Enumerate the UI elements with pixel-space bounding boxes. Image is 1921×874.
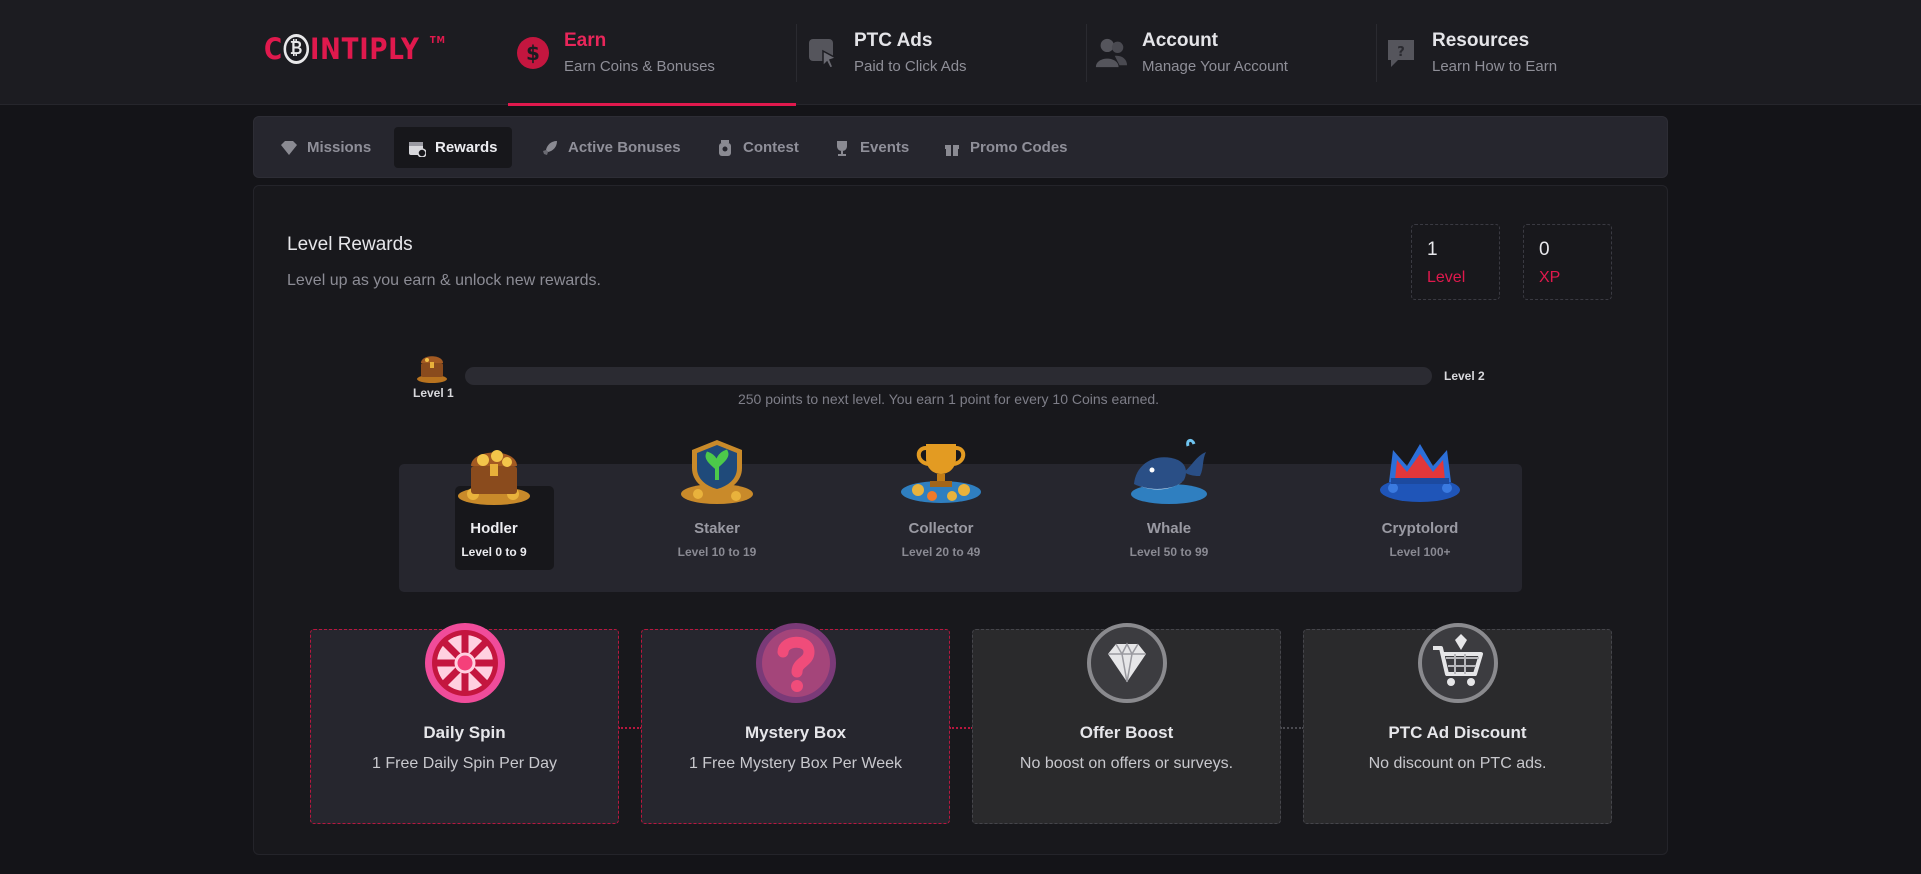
tab-events[interactable]: Events	[819, 127, 923, 168]
bitcoin-icon: ₿	[283, 34, 310, 64]
nav-divider	[796, 24, 797, 82]
reward-card-daily-spin[interactable]: Daily Spin 1 Free Daily Spin Per Day	[310, 623, 619, 824]
progress-from-label: Level 1	[413, 386, 454, 400]
tab-rewards[interactable]: Rewards	[394, 127, 512, 168]
question-mark-icon	[753, 620, 839, 706]
trophy-coins-icon	[898, 436, 984, 506]
reward-connector	[1280, 727, 1304, 729]
calendar-icon	[408, 139, 426, 157]
treasure-chest-icon	[451, 436, 537, 506]
reward-connector	[618, 727, 642, 729]
trophy-icon	[833, 139, 851, 157]
top-navigation-bar: C ₿ INTIPLY TM $ Earn Earn Coins & Bonus…	[0, 0, 1921, 106]
shield-plant-icon	[674, 436, 760, 506]
level-rewards-card: Level Rewards Level up as you earn & unl…	[253, 185, 1668, 855]
users-icon	[1094, 36, 1128, 70]
whale-icon	[1126, 436, 1212, 506]
tier-whale[interactable]: Whale Level 50 to 99	[1099, 438, 1239, 592]
level-progress-bar	[465, 367, 1432, 385]
svg-text:$: $	[526, 41, 540, 65]
diamond-icon	[1084, 620, 1170, 706]
dollar-icon: $	[516, 36, 550, 70]
tier-hodler[interactable]: Hodler Level 0 to 9	[424, 450, 564, 592]
svg-text:?: ?	[1397, 45, 1405, 60]
page-title: Level Rewards	[287, 234, 413, 255]
nav-ptc-ads[interactable]: PTC Ads Paid to Click Ads	[806, 0, 1086, 105]
rocket-icon	[541, 139, 559, 157]
tab-missions[interactable]: Missions	[266, 127, 385, 168]
tier-collector[interactable]: Collector Level 20 to 49	[871, 444, 1011, 592]
jar-icon	[716, 139, 734, 157]
cointiply-logo[interactable]: C ₿ INTIPLY TM	[264, 32, 446, 66]
tab-active-bonuses[interactable]: Active Bonuses	[527, 127, 695, 168]
level-stat-box: 1 Level	[1411, 224, 1500, 300]
diamond-icon	[280, 139, 298, 157]
nav-account[interactable]: Account Manage Your Account	[1094, 0, 1374, 105]
reward-card-ptc-ad-discount[interactable]: PTC Ad Discount No discount on PTC ads.	[1303, 623, 1612, 824]
tab-contest[interactable]: Contest	[702, 127, 813, 168]
nav-earn[interactable]: $ Earn Earn Coins & Bonuses	[508, 0, 796, 106]
tier-staker[interactable]: Staker Level 10 to 19	[647, 440, 787, 592]
xp-stat-box: 0 XP	[1523, 224, 1612, 300]
reward-card-mystery-box[interactable]: Mystery Box 1 Free Mystery Box Per Week	[641, 623, 950, 824]
progress-to-label: Level 2	[1444, 369, 1485, 383]
tier-strip: Hodler Level 0 to 9 Staker Level 10 to 1…	[399, 438, 1522, 592]
page-subtitle: Level up as you earn & unlock new reward…	[287, 272, 601, 289]
spin-wheel-icon	[422, 620, 508, 706]
reward-card-offer-boost[interactable]: Offer Boost No boost on offers or survey…	[972, 623, 1281, 824]
progress-hint: 250 points to next level. You earn 1 poi…	[737, 391, 1160, 407]
shopping-cart-icon	[1415, 620, 1501, 706]
help-bubble-icon: ?	[1384, 36, 1418, 70]
tab-promo-codes[interactable]: Promo Codes	[929, 127, 1082, 168]
pointer-icon	[806, 36, 840, 70]
nav-resources[interactable]: ? Resources Learn How to Earn	[1384, 0, 1664, 105]
tier-cryptolord[interactable]: Cryptolord Level 100+	[1350, 444, 1490, 592]
crown-icon	[1377, 436, 1463, 506]
nav-divider	[1376, 24, 1377, 82]
treasure-chest-icon	[415, 350, 449, 384]
earn-subtabs: Missions Rewards Active Bonuses Contest …	[253, 116, 1668, 178]
nav-divider	[1086, 24, 1087, 82]
gift-icon	[943, 139, 961, 157]
reward-connector	[949, 727, 973, 729]
